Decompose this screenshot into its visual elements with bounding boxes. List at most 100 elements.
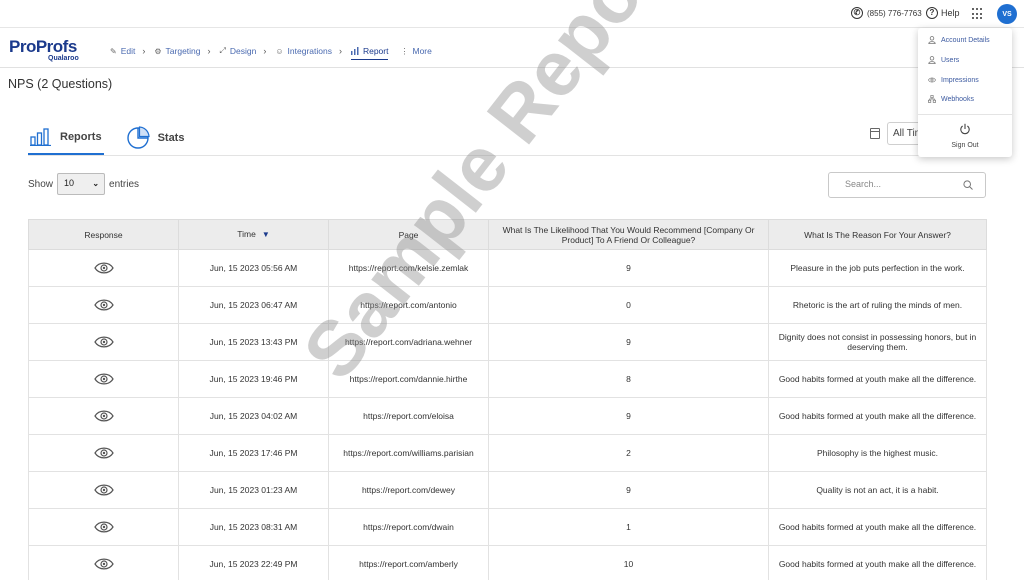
col-response[interactable]: Response	[28, 219, 179, 250]
response-cell	[28, 360, 179, 398]
page-cell: https://report.com/amberly	[328, 545, 489, 580]
score-cell: 9	[488, 323, 769, 361]
eye-icon	[928, 77, 936, 83]
nav-edit[interactable]: ✎ Edit	[110, 46, 135, 56]
calendar-icon	[870, 128, 880, 139]
nav-more-label: More	[412, 46, 432, 56]
score-cell: 9	[488, 249, 769, 287]
user-icon	[928, 36, 936, 44]
page-cell: https://report.com/dwain	[328, 508, 489, 546]
nav-report[interactable]: Report	[350, 46, 389, 60]
nav-design-label: Design	[229, 46, 257, 56]
score-cell: 10	[488, 545, 769, 580]
nav-integrations[interactable]: ☺ Integrations	[275, 46, 332, 56]
logo-sub: Qualaroo	[48, 55, 79, 62]
col-likelihood[interactable]: What Is The Likelihood That You Would Re…	[488, 219, 769, 250]
time-cell: Jun, 15 2023 05:56 AM	[178, 249, 329, 287]
report-tabs: Reports Stats	[28, 120, 186, 155]
logo-profs: Profs	[35, 37, 77, 56]
phone-number: (855) 776-7763	[867, 8, 922, 18]
eye-icon[interactable]	[93, 262, 114, 274]
menu-users-label: Users	[941, 56, 960, 64]
menu-impressions-label: Impressions	[941, 76, 979, 84]
reason-cell: Rhetoric is the art of ruling the minds …	[768, 286, 987, 324]
bar-chart-icon	[350, 47, 359, 55]
reason-cell: Good habits formed at youth make all the…	[768, 508, 987, 546]
menu-users[interactable]: Users	[928, 56, 959, 64]
reason-cell: Dignity does not consist in possessing h…	[768, 323, 987, 361]
eye-icon[interactable]	[93, 410, 114, 422]
entries-select[interactable]: 10 ⌄	[57, 173, 106, 195]
eye-icon[interactable]	[93, 558, 114, 570]
col-page[interactable]: Page	[328, 219, 489, 250]
response-cell	[28, 508, 179, 546]
help-link[interactable]: ? Help	[926, 7, 960, 19]
col-time[interactable]: Time ▼	[178, 219, 329, 250]
apps-grid-icon[interactable]	[972, 8, 984, 20]
show-entries-control: Show 10 ⌄ entries	[28, 173, 139, 195]
eye-icon[interactable]	[93, 373, 114, 385]
top-utility-bar: ✆ (855) 776-7763 ? Help VS	[0, 0, 1024, 28]
table-row: Jun, 15 2023 04:02 AM https://report.com/…	[28, 397, 987, 435]
chevron-right-icon: ›	[142, 46, 146, 56]
time-cell: Jun, 15 2023 08:31 AM	[178, 508, 329, 546]
page-cell: https://report.com/williams.parisian	[328, 434, 489, 472]
search-icon[interactable]	[963, 180, 973, 190]
eye-icon[interactable]	[93, 299, 114, 311]
score-cell: 1	[488, 508, 769, 546]
phone-link[interactable]: ✆ (855) 776-7763	[851, 7, 922, 19]
table-row: Jun, 15 2023 01:23 AM https://report.com/…	[28, 471, 987, 509]
power-icon	[960, 123, 970, 135]
response-cell	[28, 249, 179, 287]
pie-chart-icon	[126, 125, 150, 149]
page-cell: https://report.com/adriana.wehner	[328, 323, 489, 361]
webhooks-icon	[928, 95, 936, 103]
tab-reports[interactable]: Reports	[28, 120, 104, 155]
nav-targeting[interactable]: ⚙ Targeting	[154, 46, 200, 56]
tab-stats[interactable]: Stats	[124, 120, 187, 155]
sign-out-button[interactable]: Sign Out	[918, 123, 1012, 149]
score-cell: 9	[488, 397, 769, 435]
chevron-right-icon: ›	[207, 46, 211, 56]
nav-more[interactable]: ⋮ More	[400, 46, 431, 56]
user-avatar[interactable]: VS	[997, 4, 1017, 24]
proprofs-logo[interactable]: ProProfs Qualaroo	[9, 37, 79, 62]
table-row: Jun, 15 2023 08:31 AM https://report.com/…	[28, 508, 987, 546]
page-cell: https://report.com/antonio	[328, 286, 489, 324]
search-input[interactable]	[845, 179, 955, 189]
table-row: Jun, 15 2023 17:46 PM https://report.com/…	[28, 434, 987, 472]
page-cell: https://report.com/dewey	[328, 471, 489, 509]
main-navbar: ProProfs Qualaroo ✎ Edit › ⚙ Targeting › ⤢…	[0, 28, 1024, 68]
gear-icon: ⚙	[154, 46, 162, 56]
chevron-right-icon: ›	[263, 46, 267, 56]
menu-account-details[interactable]: Account Details	[928, 36, 990, 44]
eye-icon[interactable]	[93, 447, 114, 459]
response-cell	[28, 397, 179, 435]
design-icon: ⤢	[219, 46, 226, 55]
nav-report-label: Report	[362, 46, 389, 56]
score-cell: 2	[488, 434, 769, 472]
sort-desc-icon[interactable]: ▼	[262, 230, 270, 239]
phone-icon: ✆	[851, 7, 863, 19]
score-cell: 9	[488, 471, 769, 509]
help-label: Help	[941, 8, 960, 18]
nav-edit-label: Edit	[120, 46, 136, 56]
pencil-icon: ✎	[110, 46, 117, 56]
table-row: Jun, 15 2023 05:56 AM https://report.com/…	[28, 249, 987, 287]
col-reason[interactable]: What Is The Reason For Your Answer?	[768, 219, 987, 250]
responses-table: Response Time ▼ Page What Is The Likeliho…	[28, 219, 987, 580]
eye-icon[interactable]	[93, 484, 114, 496]
eye-icon[interactable]	[93, 336, 114, 348]
tab-stats-label: Stats	[157, 131, 185, 144]
nav-design[interactable]: ⤢ Design	[220, 46, 257, 56]
time-cell: Jun, 15 2023 06:47 AM	[178, 286, 329, 324]
logo-pro: Pro	[9, 37, 36, 56]
menu-impressions[interactable]: Impressions	[928, 76, 979, 84]
nav-steps: ✎ Edit › ⚙ Targeting › ⤢ Design › ☺ Integrat…	[110, 42, 432, 60]
eye-icon[interactable]	[93, 521, 114, 533]
account-menu: Account Details Users Impressions Webhoo…	[918, 28, 1012, 157]
chevron-right-icon: ›	[338, 46, 342, 56]
menu-webhooks[interactable]: Webhooks	[928, 95, 974, 103]
menu-webhooks-label: Webhooks	[941, 95, 974, 103]
reason-cell: Philosophy is the highest music.	[768, 434, 987, 472]
